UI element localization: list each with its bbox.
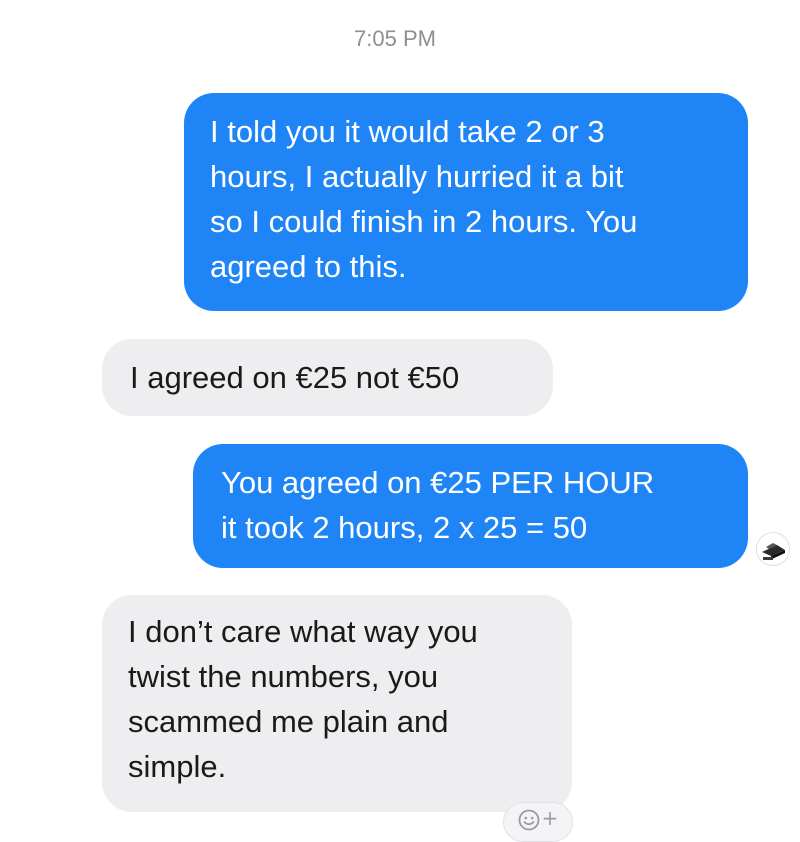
smiley-icon <box>518 809 540 831</box>
add-reaction-button[interactable]: + <box>503 802 573 842</box>
plus-icon: + <box>541 806 559 830</box>
avatar-icon <box>757 533 789 565</box>
read-receipt-avatar <box>757 533 789 565</box>
message-timestamp: 7:05 PM <box>354 26 436 51</box>
sent-message-bubble[interactable]: You agreed on €25 PER HOUR it took 2 hou… <box>193 444 748 568</box>
received-message-bubble[interactable]: I agreed on €25 not €50 <box>102 339 553 416</box>
received-message-bubble[interactable]: I don’t care what way you twist the numb… <box>102 595 572 812</box>
sent-message-bubble[interactable]: I told you it would take 2 or 3 hours, I… <box>184 93 748 311</box>
